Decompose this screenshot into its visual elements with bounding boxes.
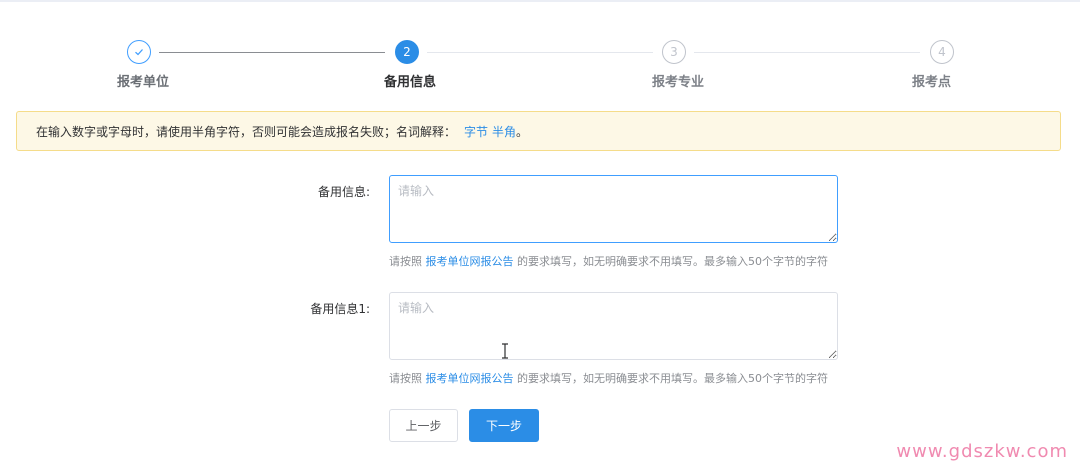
step-progress: 2 3 4 报考单位 备用信息 报考专业 报考点 — [0, 40, 1080, 90]
step-connector-3 — [694, 52, 920, 53]
top-divider — [0, 0, 1080, 2]
step-3-title: 报考专业 — [652, 75, 705, 90]
step-2-title: 备用信息 — [384, 75, 437, 90]
step-2-number: 2 — [403, 45, 411, 59]
backup-info-textarea[interactable] — [389, 175, 838, 243]
site-watermark: www.gdszkw.com — [896, 441, 1068, 462]
previous-step-button[interactable]: 上一步 — [389, 409, 458, 442]
step-3-number: 3 — [670, 45, 678, 59]
halfwidth-link[interactable]: 半角 — [492, 123, 516, 140]
backup-info-label: 备用信息: — [317, 185, 370, 199]
hint-prefix: 请按照 — [389, 372, 426, 385]
hint-suffix: 的要求填写，如无明确要求不用填写。最多输入50个字节的字符 — [513, 372, 828, 385]
halfwidth-warning-alert: 在输入数字或字母时，请使用半角字符，否则可能会造成报名失败；名词解释： 字节 半… — [16, 111, 1061, 151]
next-step-button[interactable]: 下一步 — [469, 409, 539, 442]
step-connector-2 — [427, 52, 653, 53]
text-cursor-icon — [502, 343, 508, 359]
alert-text: 在输入数字或字母时，请使用半角字符，否则可能会造成报名失败；名词解释： — [36, 124, 457, 139]
backup-info-1-label: 备用信息1: — [310, 302, 370, 316]
hint-suffix: 的要求填写，如无明确要求不用填写。最多输入50个字节的字符 — [513, 255, 828, 268]
byte-link[interactable]: 字节 — [464, 123, 488, 140]
step-4-number: 4 — [938, 45, 946, 59]
step-4-circle: 4 — [930, 40, 954, 64]
backup-info-hint: 请按照 报考单位网报公告 的要求填写，如无明确要求不用填写。最多输入50个字节的… — [389, 253, 828, 269]
step-2-circle: 2 — [395, 40, 419, 64]
step-connector-1 — [159, 52, 385, 53]
step-4-title: 报考点 — [912, 75, 952, 90]
step-3-circle: 3 — [662, 40, 686, 64]
hint-prefix: 请按照 — [389, 255, 426, 268]
step-1-circle — [127, 40, 151, 64]
backup-info-1-hint: 请按照 报考单位网报公告 的要求填写，如无明确要求不用填写。最多输入50个字节的… — [389, 370, 828, 386]
announcement-link[interactable]: 报考单位网报公告 — [426, 372, 514, 385]
backup-info-1-textarea[interactable] — [389, 292, 838, 360]
step-1-title: 报考单位 — [117, 75, 170, 90]
announcement-link[interactable]: 报考单位网报公告 — [426, 255, 514, 268]
alert-suffix: 。 — [516, 124, 529, 139]
check-icon — [135, 49, 143, 56]
